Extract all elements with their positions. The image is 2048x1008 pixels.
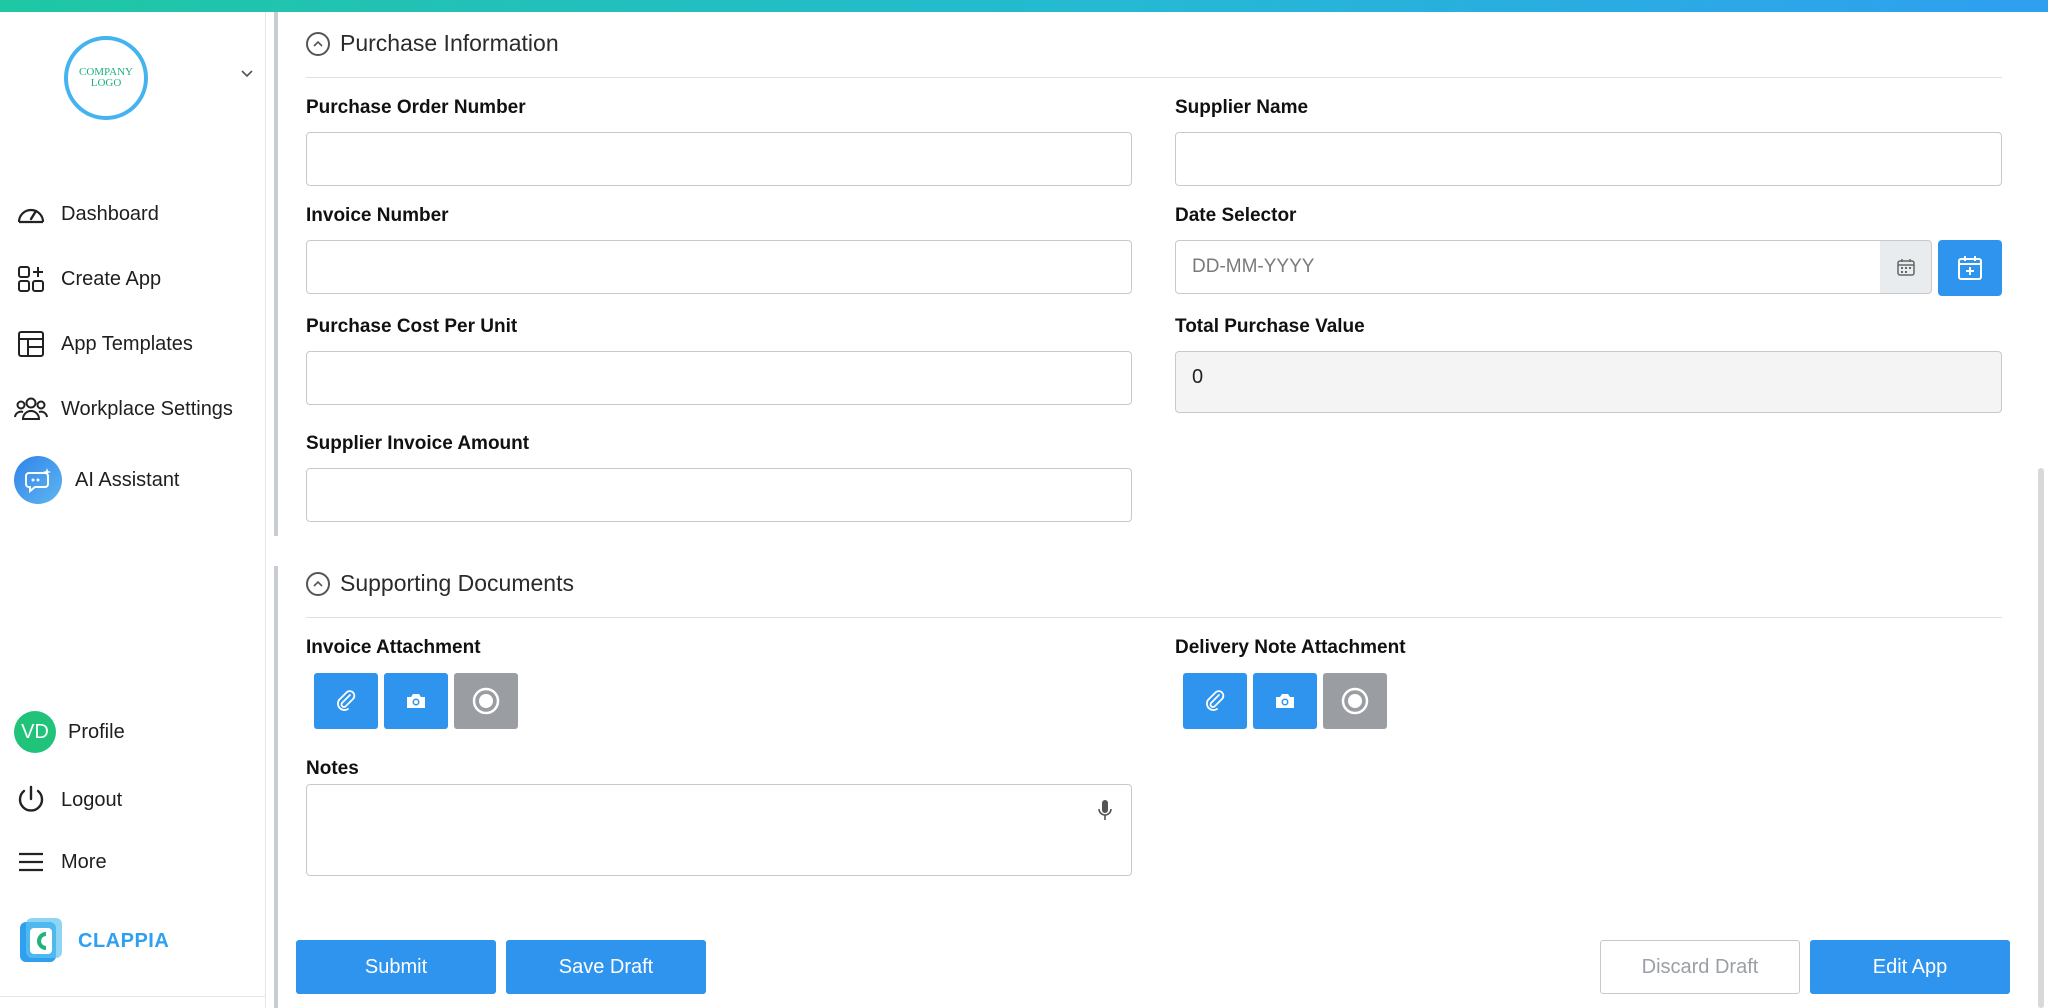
record-icon [472,687,500,715]
field-label: Invoice Number [306,205,449,226]
camera-icon [1276,694,1294,708]
calendar-add-button[interactable] [1938,240,2002,296]
sidebar-item-app-templates[interactable]: App Templates [14,324,193,364]
vertical-scrollbar[interactable] [2038,468,2044,1008]
delivery-record-button[interactable] [1323,673,1387,729]
menu-icon [14,845,48,879]
calendar-plus-icon [1958,256,1982,280]
chevron-down-icon[interactable] [240,66,254,80]
form-area: Purchase Information Purchase Order Numb… [278,12,2028,1008]
sidebar-item-logout[interactable]: Logout [14,780,122,820]
calendar-icon[interactable] [1880,240,1932,294]
templates-icon [14,327,48,361]
field-label: Notes [306,758,359,779]
save-draft-button[interactable]: Save Draft [506,940,706,994]
field-label: Invoice Attachment [306,637,481,658]
purchase-order-number-input[interactable] [306,132,1132,186]
invoice-number-input[interactable] [306,240,1132,294]
sidebar-item-label: Profile [68,720,125,743]
edit-app-button[interactable]: Edit App [1810,940,2010,994]
purchase-cost-per-unit-input[interactable] [306,351,1132,405]
sidebar-item-label: Workplace Settings [61,397,233,420]
sidebar-item-create-app[interactable]: Create App [14,259,161,299]
sidebar-item-ai-assistant[interactable]: AI Assistant [14,456,180,504]
sidebar-divider [0,996,266,997]
supplier-name-input[interactable] [1175,132,2002,186]
invoice-camera-button[interactable] [384,673,448,729]
input-value: 0 [1192,366,1204,388]
sidebar-item-workplace-settings[interactable]: Workplace Settings [14,389,233,429]
section-divider [306,617,2002,618]
input-placeholder: DD-MM-YYYY [1192,256,1315,277]
chevron-up-icon [306,31,330,56]
field-label: Purchase Cost Per Unit [306,316,518,337]
sidebar-item-label: More [61,850,107,873]
users-icon [14,392,48,426]
sidebar-item-label: AI Assistant [75,468,180,491]
clappia-brand: CLAPPIA [20,918,169,964]
section-divider [306,77,2002,78]
notes-textarea[interactable] [306,784,1132,876]
sidebar-item-label: Dashboard [61,202,159,225]
sidebar-item-label: Logout [61,788,123,811]
paperclip-icon [1206,690,1225,711]
sidebar-item-dashboard[interactable]: Dashboard [14,194,159,234]
avatar: VD [14,711,56,753]
chevron-up-icon [306,571,330,596]
total-purchase-value-field: 0 [1175,351,2002,413]
invoice-attach-file-button[interactable] [314,673,378,729]
field-label: Total Purchase Value [1175,316,1365,337]
date-selector-input[interactable]: DD-MM-YYYY [1175,240,1881,294]
camera-icon [407,694,425,708]
field-label: Date Selector [1175,205,1297,226]
create-app-icon [14,262,48,296]
invoice-record-button[interactable] [454,673,518,729]
sidebar: COMPANY LOGO Dashboard Create App App Te… [0,12,266,1008]
brand-name: CLAPPIA [78,929,170,952]
ai-assistant-icon [14,456,62,504]
field-label: Supplier Name [1175,97,1309,118]
field-label: Purchase Order Number [306,97,526,118]
supplier-invoice-amount-input[interactable] [306,468,1132,522]
delivery-attach-file-button[interactable] [1183,673,1247,729]
clappia-logo-icon [20,918,62,964]
power-icon [14,783,48,817]
record-icon [1341,687,1369,715]
sidebar-item-more[interactable]: More [14,842,107,882]
section-title: Supporting Documents [340,570,574,596]
field-label: Supplier Invoice Amount [306,433,530,454]
section-header-documents[interactable]: Supporting Documents [306,570,574,597]
discard-draft-button[interactable]: Discard Draft [1600,940,1800,994]
delivery-camera-button[interactable] [1253,673,1317,729]
sidebar-item-profile[interactable]: VD Profile [14,711,125,753]
microphone-icon[interactable] [1097,799,1113,823]
paperclip-icon [337,690,356,711]
company-logo-text: COMPANY LOGO [78,66,133,89]
field-label: Delivery Note Attachment [1175,637,1406,658]
sidebar-item-label: App Templates [61,332,193,355]
dashboard-icon [14,197,48,231]
submit-button[interactable]: Submit [296,940,496,994]
section-title: Purchase Information [340,30,559,56]
top-gradient-bar [0,0,2048,12]
section-header-purchase[interactable]: Purchase Information [306,30,559,57]
company-logo[interactable]: COMPANY LOGO [64,36,148,120]
sidebar-item-label: Create App [61,267,162,290]
